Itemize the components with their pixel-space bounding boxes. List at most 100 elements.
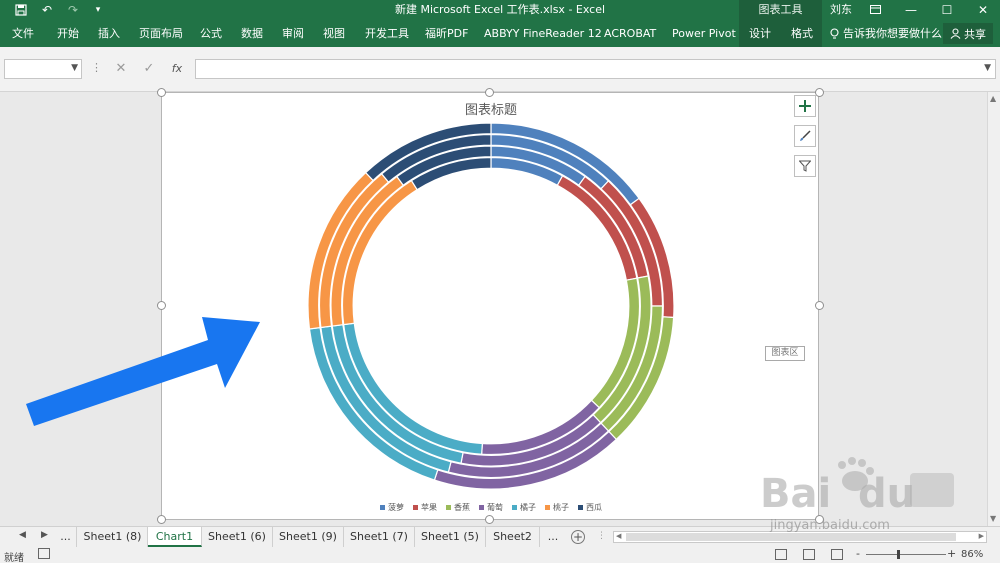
tab-design[interactable]: 设计 <box>749 20 771 47</box>
legend-swatch <box>512 505 517 510</box>
sheet-tab[interactable]: Sheet1 (8) <box>78 527 148 547</box>
sheet-tabs-ellipsis-right[interactable]: ... <box>540 527 566 547</box>
resize-handle-bottom[interactable] <box>485 515 494 524</box>
resize-handle-left[interactable] <box>157 301 166 310</box>
zoom-slider-thumb[interactable] <box>897 550 900 559</box>
sheet-tab[interactable]: Sheet1 (5) <box>415 527 486 547</box>
redo-icon[interactable]: ↷ <box>62 0 84 20</box>
prev-sheet-icon[interactable]: ◀ <box>19 530 26 540</box>
minimize-icon[interactable]: — <box>894 0 928 20</box>
sheet-tab[interactable]: Sheet1 (6) <box>202 527 273 547</box>
legend-entry[interactable]: 葡萄 <box>479 502 503 513</box>
tab-formulas[interactable]: 公式 <box>200 20 222 47</box>
legend-entry[interactable]: 菠萝 <box>380 502 404 513</box>
insert-function-icon[interactable]: fx <box>167 60 187 78</box>
resize-handle-top[interactable] <box>485 88 494 97</box>
formula-bar: ▼ ⋮ ✕ ✓ fx ▼ <box>0 47 1000 92</box>
legend-entry[interactable]: 香蕉 <box>446 502 470 513</box>
formula-input[interactable]: ▼ <box>195 59 996 79</box>
cancel-icon[interactable]: ✕ <box>111 60 131 78</box>
tab-split-grip-icon[interactable]: ⋮ <box>597 531 606 541</box>
chart-styles-button[interactable] <box>794 125 816 147</box>
sheet-tab[interactable]: Sheet1 (7) <box>344 527 415 547</box>
tab-insert[interactable]: 插入 <box>98 20 120 47</box>
tab-page-layout[interactable]: 页面布局 <box>139 20 183 47</box>
zoom-out-icon[interactable]: - <box>856 547 860 560</box>
tell-me-text: 告诉我你想要做什么 <box>843 27 942 40</box>
tab-abbyy[interactable]: ABBYY FineReader 12 <box>484 20 602 47</box>
scroll-thumb[interactable] <box>626 533 956 541</box>
page-break-view-icon[interactable] <box>831 549 843 560</box>
watermark-url: jingyan.baidu.com <box>770 518 890 533</box>
chart-legend[interactable]: 菠萝 苹果 香蕉 葡萄 橘子 桃子 西瓜 <box>162 502 820 513</box>
legend-label: 香蕉 <box>454 503 470 512</box>
filter-icon <box>799 160 811 172</box>
sheet-tab[interactable]: Sheet2 <box>486 527 540 547</box>
resize-handle-right[interactable] <box>815 301 824 310</box>
chart-elements-button[interactable] <box>794 95 816 117</box>
chart-filters-button[interactable] <box>794 155 816 177</box>
legend-entry[interactable]: 西瓜 <box>578 502 602 513</box>
chart-tools-group: 图表工具 <box>739 0 822 20</box>
doughnut-chart[interactable] <box>162 93 820 521</box>
name-box-dropdown-icon[interactable]: ▼ <box>71 63 78 73</box>
tab-file[interactable]: 文件 <box>12 20 34 47</box>
tab-data[interactable]: 数据 <box>241 20 263 47</box>
scroll-up-icon[interactable]: ▲ <box>990 94 996 103</box>
tab-acrobat[interactable]: ACROBAT <box>604 20 656 47</box>
customize-qat-icon[interactable]: ▾ <box>90 0 106 20</box>
baidu-jingyan-watermark-logo: Bai du <box>760 457 954 517</box>
zoom-in-icon[interactable]: + <box>947 547 956 560</box>
next-sheet-icon[interactable]: ▶ <box>41 530 48 540</box>
resize-handle-top-left[interactable] <box>157 88 166 97</box>
save-icon[interactable] <box>10 0 32 20</box>
chart-area[interactable]: 图表标题 菠萝 苹果 香蕉 葡萄 橘子 桃子 西瓜 <box>161 92 819 520</box>
zoom-slider[interactable] <box>866 554 946 555</box>
close-icon[interactable]: ✕ <box>966 0 1000 20</box>
undo-icon[interactable]: ↶ <box>36 0 58 20</box>
zoom-level[interactable]: 86% <box>961 549 983 560</box>
tab-developer[interactable]: 开发工具 <box>365 20 409 47</box>
page-layout-view-icon[interactable] <box>803 549 815 560</box>
legend-swatch <box>578 505 583 510</box>
legend-label: 桃子 <box>553 503 569 512</box>
tab-power-pivot[interactable]: Power Pivot <box>672 20 736 47</box>
legend-entry[interactable]: 苹果 <box>413 502 437 513</box>
tell-me-box[interactable]: 告诉我你想要做什么 <box>830 20 942 47</box>
legend-swatch <box>413 505 418 510</box>
legend-swatch <box>446 505 451 510</box>
tab-foxit-pdf[interactable]: 福昕PDF <box>425 20 468 47</box>
macro-record-icon[interactable] <box>38 548 50 559</box>
person-icon <box>950 28 961 39</box>
tab-view[interactable]: 视图 <box>323 20 345 47</box>
brush-icon <box>800 130 811 141</box>
svg-text:du: du <box>858 471 915 517</box>
legend-entry[interactable]: 桃子 <box>545 502 569 513</box>
vertical-scrollbar[interactable]: ▲ ▼ <box>987 92 1000 526</box>
title-bar: ↶ ↷ ▾ 新建 Microsoft Excel 工作表.xlsx - Exce… <box>0 0 1000 20</box>
status-ready: 就绪 <box>4 553 24 563</box>
sheet-tabs-ellipsis-left[interactable]: ... <box>55 527 77 547</box>
share-button[interactable]: 共享 <box>943 23 993 44</box>
legend-swatch <box>545 505 550 510</box>
resize-handle-bottom-left[interactable] <box>157 515 166 524</box>
formula-bar-grip-icon: ⋮ <box>91 61 102 74</box>
expand-formula-icon[interactable]: ▼ <box>984 63 991 73</box>
scroll-right-icon[interactable]: ▶ <box>979 532 984 540</box>
sheet-tab[interactable]: Sheet1 (9) <box>273 527 344 547</box>
name-box[interactable]: ▼ <box>4 59 82 79</box>
normal-view-icon[interactable] <box>775 549 787 560</box>
tab-format[interactable]: 格式 <box>791 20 813 47</box>
scroll-down-icon[interactable]: ▼ <box>990 514 996 523</box>
maximize-icon[interactable]: ☐ <box>930 0 964 20</box>
user-name[interactable]: 刘东 <box>830 0 852 20</box>
sheet-tab-active[interactable]: Chart1 <box>148 527 202 547</box>
tab-review[interactable]: 审阅 <box>282 20 304 47</box>
enter-icon[interactable]: ✓ <box>139 60 159 78</box>
tab-home[interactable]: 开始 <box>57 20 79 47</box>
scroll-left-icon[interactable]: ◀ <box>616 532 621 540</box>
add-sheet-icon[interactable]: + <box>571 530 585 544</box>
legend-entry[interactable]: 橘子 <box>512 502 536 513</box>
resize-handle-top-right[interactable] <box>815 88 824 97</box>
ribbon-display-icon[interactable] <box>858 0 892 20</box>
